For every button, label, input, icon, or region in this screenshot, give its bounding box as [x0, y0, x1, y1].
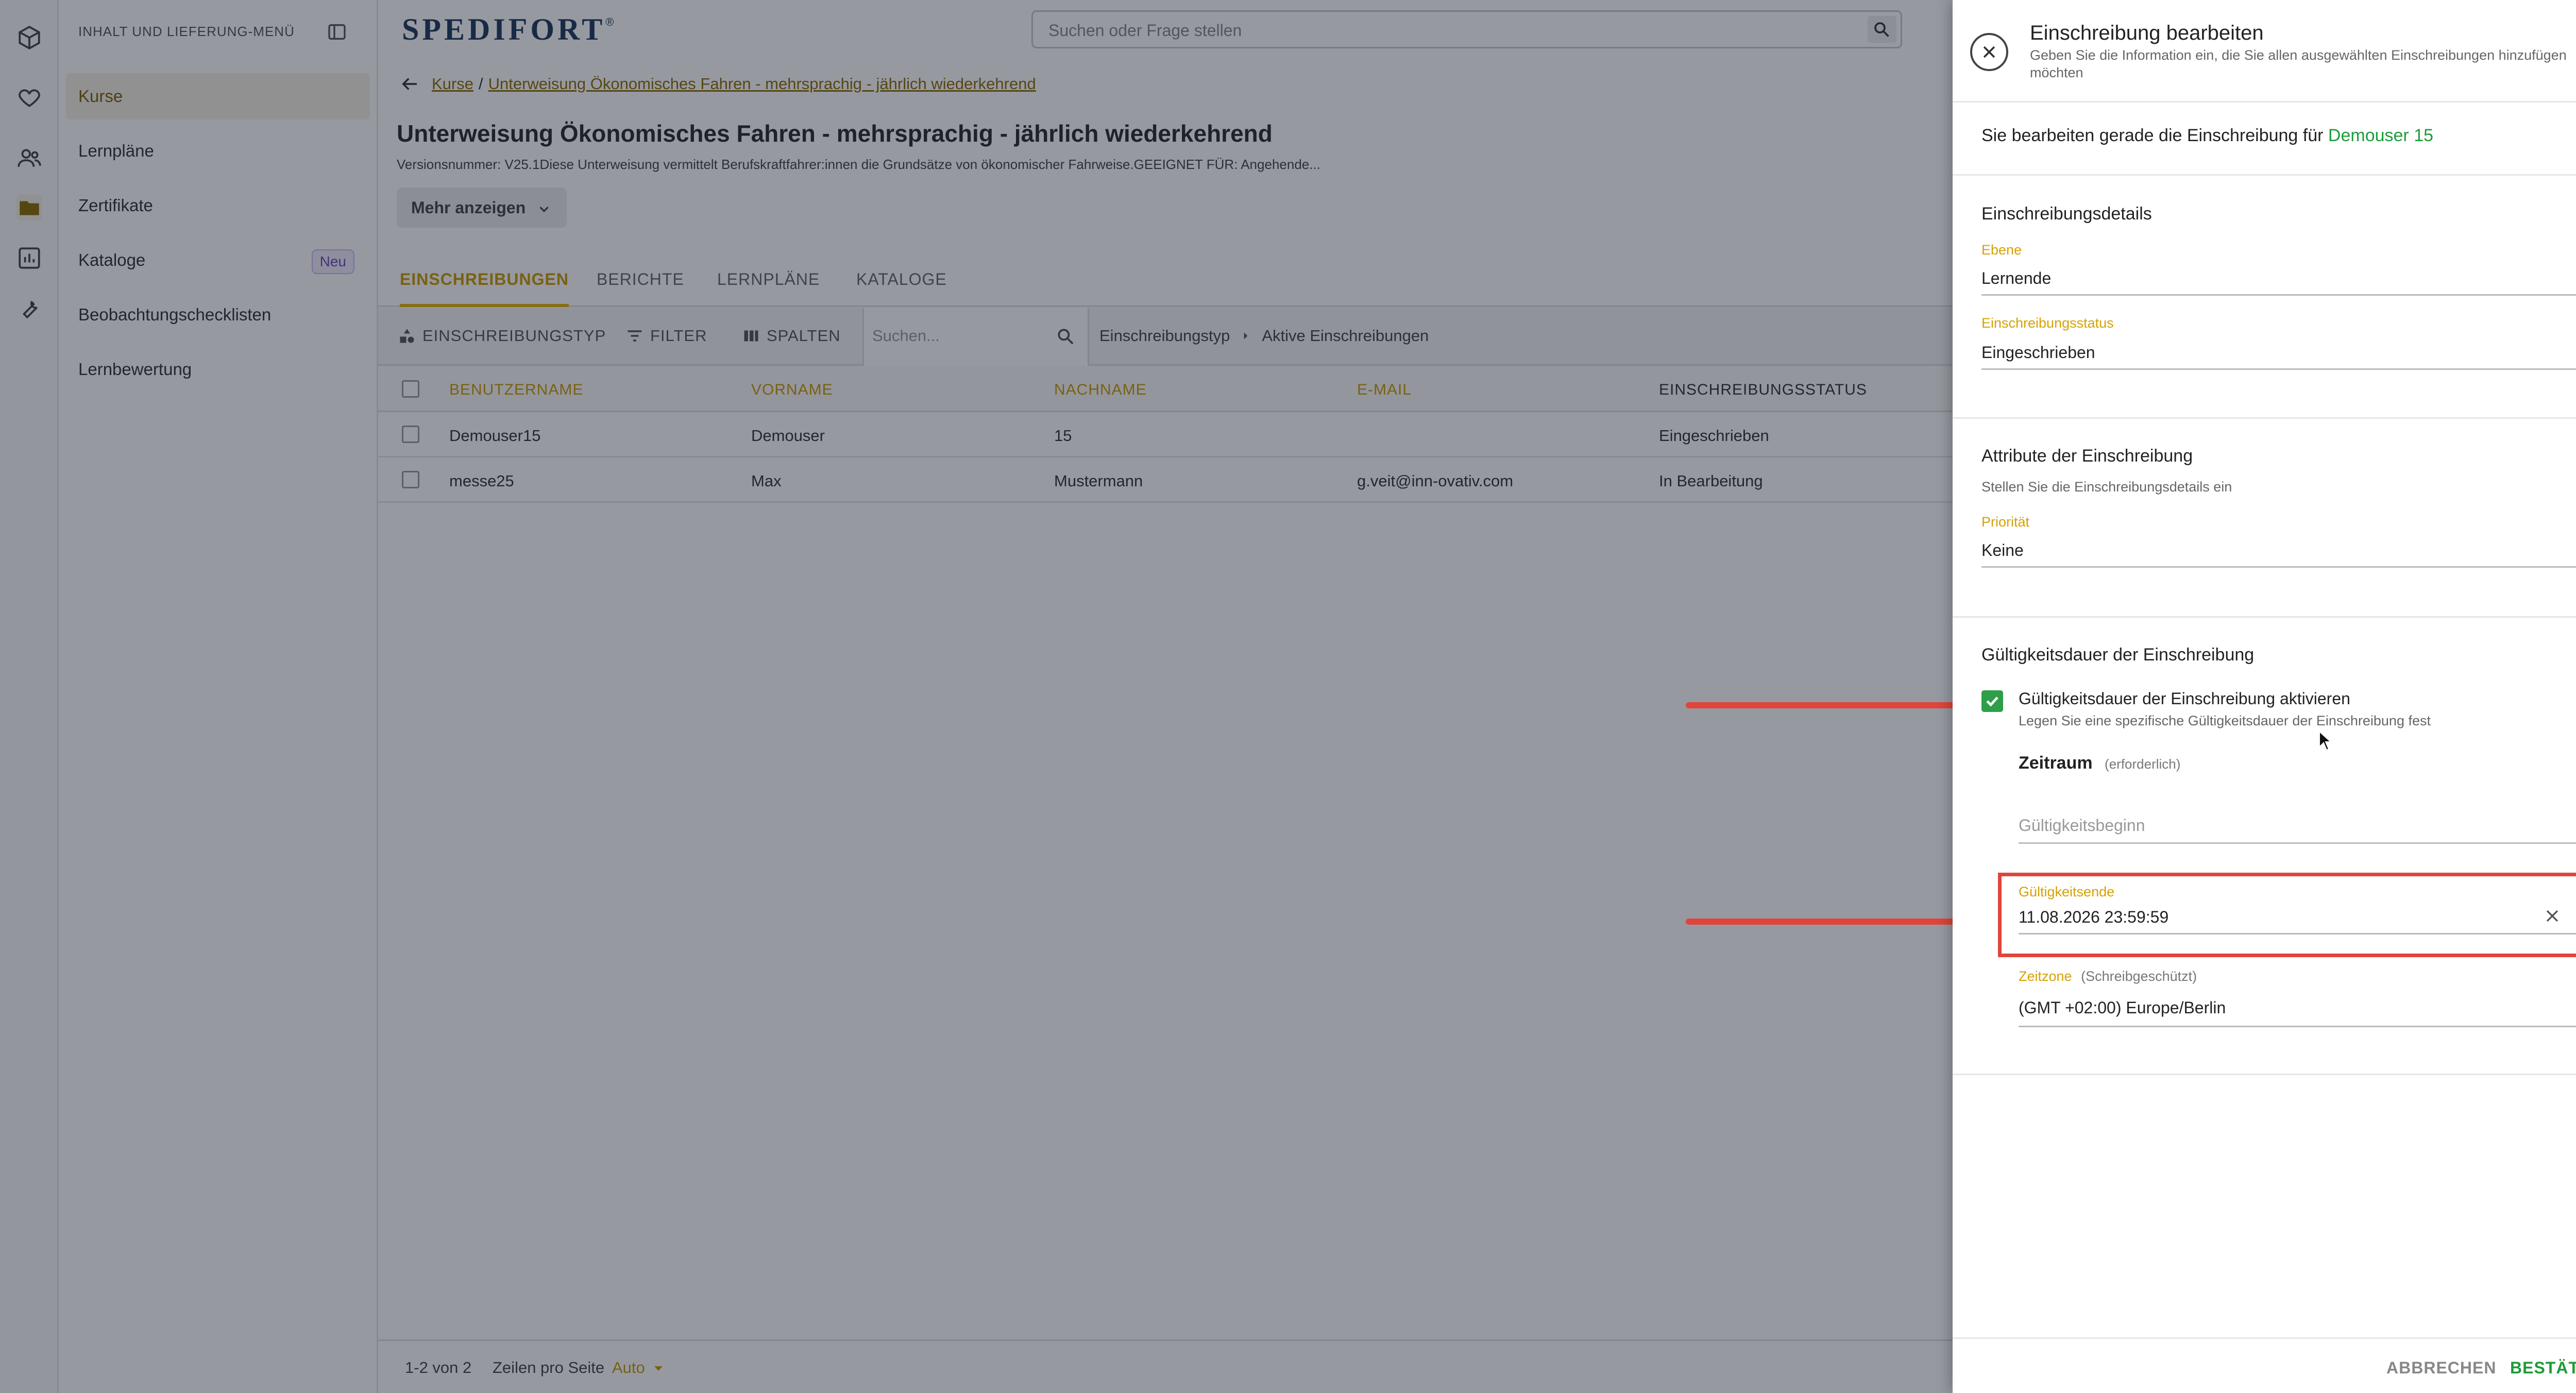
validity-checkbox-label[interactable]: Gültigkeitsdauer der Einschreibung aktiv… [2019, 689, 2350, 708]
close-icon[interactable] [1970, 33, 2008, 71]
modal-backdrop[interactable] [0, 0, 1953, 1393]
required-hint: (erforderlich) [2105, 756, 2181, 772]
level-select[interactable]: Lernende [1981, 262, 2576, 296]
drawer-title: Einschreibung bearbeiten [2030, 22, 2264, 44]
validity-start-field[interactable]: Gültigkeitsbeginn [2019, 807, 2576, 844]
divider [1953, 417, 2576, 419]
priority-label: Priorität [1981, 514, 2030, 530]
mouse-cursor-icon [2319, 731, 2332, 751]
clear-icon[interactable] [2542, 906, 2563, 926]
cancel-button[interactable]: ABBRECHEN [2386, 1358, 2496, 1378]
validity-checkbox[interactable] [1981, 690, 2003, 712]
timezone-field: (GMT +02:00) Europe/Berlin [2019, 988, 2576, 1027]
editing-user-name: Demouser 15 [2328, 126, 2434, 145]
checkmark-icon [1986, 696, 1998, 707]
section-heading-validity: Gültigkeitsdauer der Einschreibung [1981, 645, 2255, 665]
attributes-subtitle: Stellen Sie die Einschreibungsdetails ei… [1981, 479, 2232, 495]
drawer-subtitle: Geben Sie die Information ein, die Sie a… [2030, 47, 2567, 80]
divider [1953, 616, 2576, 618]
status-label: Einschreibungsstatus [1981, 315, 2114, 331]
drawer-footer: ABBRECHEN BESTÄTIGEN [1953, 1337, 2576, 1393]
validity-end-field[interactable]: 11.08.2026 23:59:59 [2019, 901, 2576, 935]
priority-select[interactable]: Keine [1981, 534, 2576, 568]
confirm-button[interactable]: BESTÄTIGEN [2510, 1358, 2576, 1378]
edit-enrollment-drawer: Einschreibung bearbeiten Geben Sie die I… [1953, 0, 2576, 1393]
divider [1953, 174, 2576, 176]
section-heading-details: Einschreibungsdetails [1981, 204, 2152, 224]
validity-end-label: Gültigkeitsende [2019, 884, 2115, 899]
divider [1953, 1074, 2576, 1075]
section-heading-attributes: Attribute der Einschreibung [1981, 446, 2193, 466]
divider [1953, 101, 2576, 103]
timezone-label: Zeitzone (Schreibgeschützt) [2019, 969, 2197, 984]
validity-checkbox-hint: Legen Sie eine spezifische Gültigkeitsda… [2019, 713, 2431, 728]
period-heading: Zeitraum (erforderlich) [2019, 753, 2181, 773]
editing-notice: Sie bearbeiten gerade die Einschreibung … [1981, 126, 2434, 145]
readonly-hint: (Schreibgeschützt) [2081, 969, 2197, 984]
status-select[interactable]: Eingeschrieben [1981, 336, 2576, 370]
level-label: Ebene [1981, 242, 2022, 258]
